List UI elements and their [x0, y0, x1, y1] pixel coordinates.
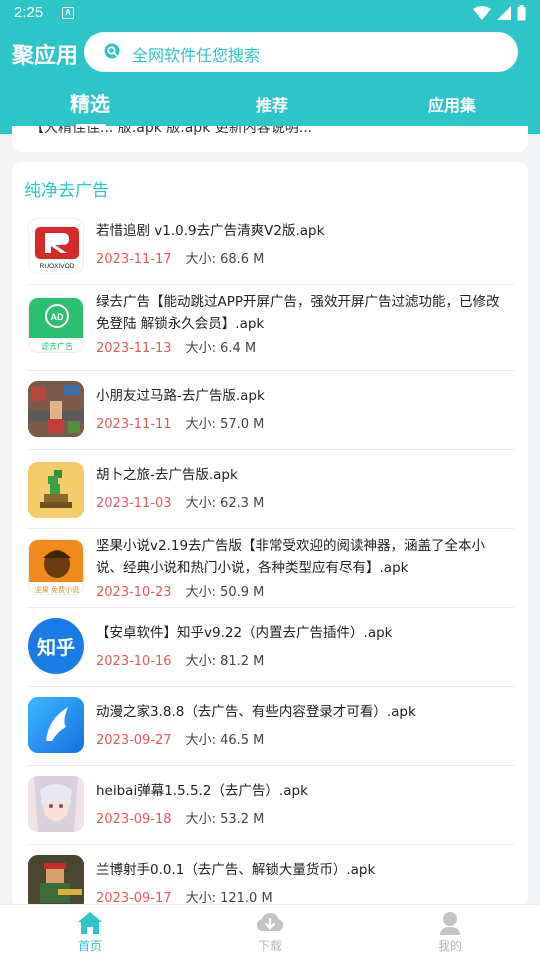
item-size: 6.4 M [220, 341, 257, 356]
size-label: 大小: [185, 341, 216, 356]
wifi-icon [473, 6, 491, 20]
item-title: heibai弹幕1.5.5.2（去广告）.apk [96, 783, 308, 799]
item-meta: 2023-10-16 大小: 81.2 M [96, 650, 264, 669]
ruoxi-logo: RUOXIVOD [35, 227, 79, 270]
anime-home-icon [28, 697, 84, 753]
list-item[interactable]: 兰博射手0.0.1（去广告、解锁大量货币）.apk 2023-09-17 大小: … [12, 845, 528, 908]
search-bar[interactable]: 全网软件任您搜索 [84, 32, 518, 72]
nav-home-label: 首页 [77, 939, 102, 953]
crossing-game-icon [28, 381, 84, 437]
notification-icon: A [62, 7, 74, 19]
item-size: 46.5 M [220, 733, 265, 748]
item-size: 53.2 M [220, 812, 265, 827]
user-icon [440, 912, 460, 935]
item-date: 2023-11-17 [96, 252, 172, 267]
search-icon [104, 43, 120, 59]
item-date: 2023-09-18 [96, 812, 172, 827]
size-label: 大小: [185, 733, 216, 748]
item-meta: 2023-09-27 大小: 46.5 M [96, 729, 264, 748]
size-label: 大小: [185, 252, 216, 267]
item-title: 胡卜之旅-去广告版.apk [96, 467, 238, 483]
app-brand: 聚应用 [12, 44, 79, 69]
status-bar: 2:25 A [0, 0, 540, 28]
ad-badge-text: AD [51, 312, 64, 322]
item-meta: 2023-11-13 大小: 6.4 M [96, 337, 256, 356]
list-item[interactable]: 胡卜之旅-去广告版.apk 2023-11-03 大小: 62.3 M [12, 450, 528, 529]
carrot-game-icon [28, 462, 84, 518]
item-title: 动漫之家3.8.8（去广告、有些内容登录才可看）.apk [96, 704, 416, 720]
bottom-navigation: 首页 下载 我的 [0, 904, 540, 960]
zhihu-icon-text: 知乎 [37, 636, 75, 659]
list-item[interactable]: 动漫之家3.8.8（去广告、有些内容登录才可看）.apk 2023-09-27 大… [12, 687, 528, 766]
size-label: 大小: [185, 585, 216, 600]
ad-caption-text: 滤去广告 [41, 341, 73, 351]
item-date: 2023-11-03 [96, 496, 172, 511]
item-size: 50.9 M [220, 585, 265, 600]
battery-icon [517, 5, 526, 21]
app-list: RUOXIVOD 若惜追剧 v1.0.9去广告清爽V2版.apk 2023-11… [12, 206, 528, 908]
zhihu-icon: 知乎 [28, 618, 84, 674]
item-size: 62.3 M [220, 496, 265, 511]
section-title: 纯净去广告 [24, 181, 109, 201]
previous-section-card: 【大精佳佳... 版.apk 版.apk 更新内容说明... [12, 126, 528, 152]
heibai-danmaku-icon [28, 776, 84, 832]
status-icons [473, 5, 526, 21]
nav-mine[interactable]: 我的 [420, 911, 480, 954]
item-title: 坚果小说v2.19去广告版【非常受欢迎的阅读神器，涵盖了全本小说、经典小说和热门… [96, 538, 486, 576]
size-label: 大小: [185, 417, 216, 432]
tab-featured[interactable]: 精选 [70, 88, 110, 117]
item-title: 若惜追剧 v1.0.9去广告清爽V2版.apk [96, 223, 325, 239]
app-header: 2:25 A 聚应用 全网软件任您搜索 精选 推荐 应用集 [0, 0, 540, 134]
nav-download-label: 下载 [257, 939, 282, 953]
size-label: 大小: [185, 496, 216, 511]
item-date: 2023-10-16 [96, 654, 172, 669]
tab-collections[interactable]: 应用集 [428, 92, 476, 116]
item-date: 2023-11-11 [96, 417, 172, 432]
item-title: 兰博射手0.0.1（去广告、解锁大量货币）.apk [96, 862, 376, 878]
cloud-download-icon [257, 913, 283, 931]
home-icon [78, 912, 102, 934]
ad-skip-app-icon: AD 滤去广告 [28, 297, 84, 353]
nav-mine-label: 我的 [437, 939, 462, 953]
item-meta: 2023-09-18 大小: 53.2 M [96, 808, 264, 827]
list-item[interactable]: AD 滤去广告 绿去广告【能动跳过APP开屏广告，强效开屏广告过滤功能，已修改免… [12, 285, 528, 371]
item-date: 2023-09-27 [96, 733, 172, 748]
status-time: 2:25 [14, 4, 44, 21]
search-placeholder: 全网软件任您搜索 [132, 46, 261, 65]
item-meta: 2023-11-11 大小: 57.0 M [96, 413, 264, 432]
item-meta: 2023-11-03 大小: 62.3 M [96, 492, 264, 511]
item-meta: 2023-10-23 大小: 50.9 M [96, 581, 264, 600]
nut-caption-text: 坚果 免费小说 [35, 585, 79, 594]
ruoxi-app-icon: RUOXIVOD [28, 218, 84, 274]
item-title: 绿去广告【能动跳过APP开屏广告，强效开屏广告过滤功能，已修改免登陆 解锁永久会… [96, 294, 500, 332]
item-date: 2023-11-13 [96, 341, 172, 356]
nav-home[interactable]: 首页 [60, 911, 120, 954]
ruoxi-logo-text: RUOXIVOD [40, 263, 75, 270]
nut-novel-icon: 坚果 免费小说 [28, 539, 84, 595]
size-label: 大小: [185, 654, 216, 669]
item-date: 2023-10-23 [96, 585, 172, 600]
list-item[interactable]: RUOXIVOD 若惜追剧 v1.0.9去广告清爽V2版.apk 2023-11… [12, 206, 528, 285]
item-size: 68.6 M [220, 252, 265, 267]
previous-section-text: 【大精佳佳... 版.apk 版.apk 更新内容说明... [30, 126, 313, 136]
rambo-shooter-icon [28, 855, 84, 908]
item-title: 小朋友过马路-去广告版.apk [96, 388, 265, 404]
item-size: 81.2 M [220, 654, 265, 669]
list-item[interactable]: 知乎 【安卓软件】知乎v9.22（内置去广告插件）.apk 2023-10-16… [12, 608, 528, 687]
list-item[interactable]: 坚果 免费小说 坚果小说v2.19去广告版【非常受欢迎的阅读神器，涵盖了全本小说… [12, 529, 528, 608]
tab-recommended[interactable]: 推荐 [256, 92, 288, 116]
list-item[interactable]: 小朋友过马路-去广告版.apk 2023-11-11 大小: 57.0 M [12, 371, 528, 450]
signal-icon [497, 6, 511, 20]
ad-free-section-card: 纯净去广告 RUOXIVOD 若惜追剧 v1.0.9去广告清爽V2版.apk 2… [12, 162, 528, 908]
list-item[interactable]: heibai弹幕1.5.5.2（去广告）.apk 2023-09-18 大小: 5… [12, 766, 528, 845]
item-title: 【安卓软件】知乎v9.22（内置去广告插件）.apk [96, 625, 393, 641]
item-meta: 2023-11-17 大小: 68.6 M [96, 248, 264, 267]
size-label: 大小: [185, 812, 216, 827]
nav-download[interactable]: 下载 [240, 911, 300, 954]
item-size: 57.0 M [220, 417, 265, 432]
